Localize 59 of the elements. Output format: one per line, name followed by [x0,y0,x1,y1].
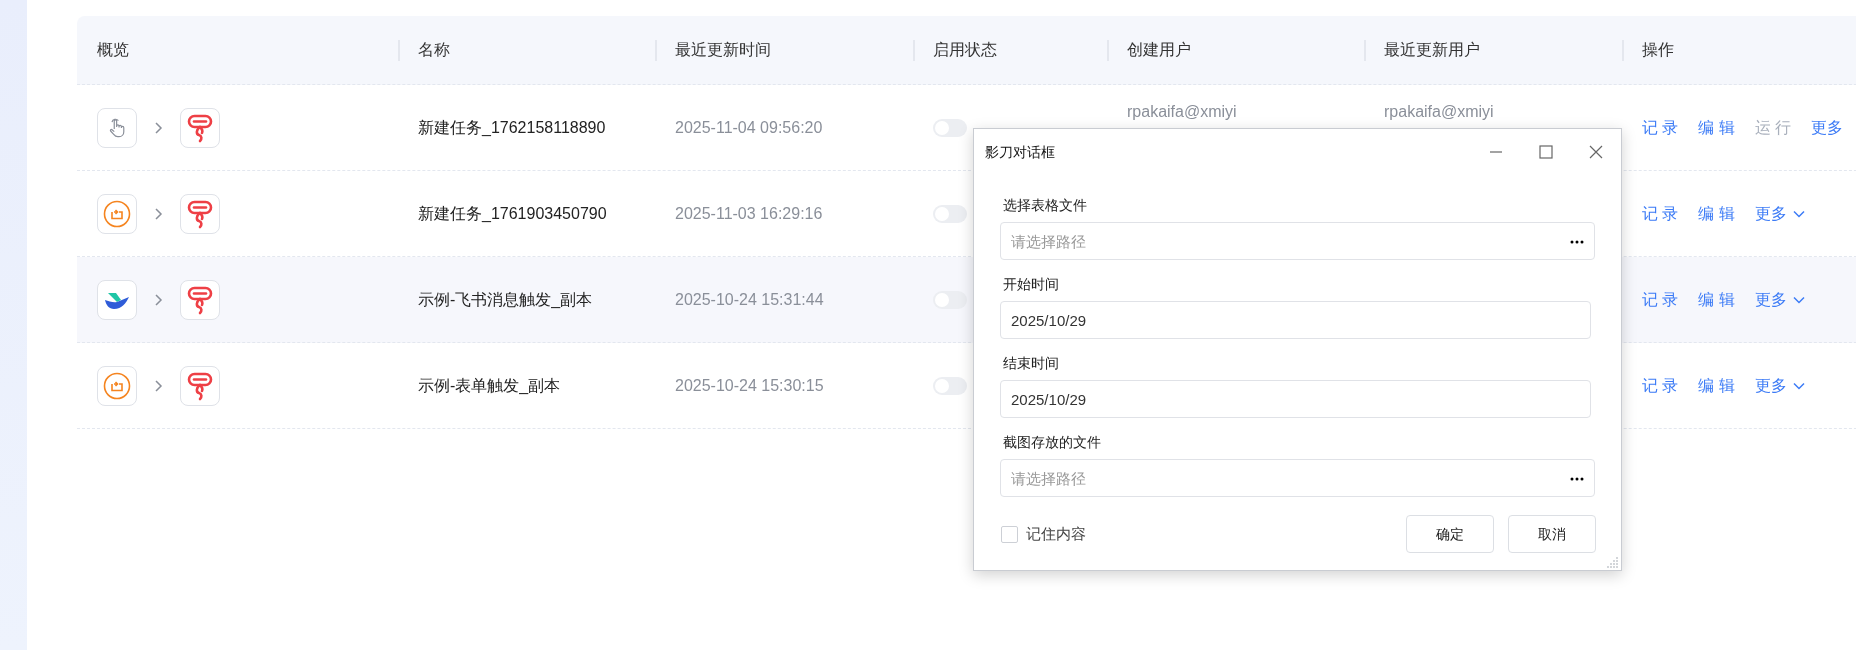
remember-label: 记住内容 [1026,523,1087,544]
action-link[interactable]: 记 录 [1642,201,1679,226]
close-icon[interactable] [1589,145,1603,159]
enable-toggle[interactable] [933,290,967,309]
chevron-right-icon [153,119,164,136]
field-label: 结束时间 [1003,354,1060,373]
column-header: 最近更新用户 [1364,16,1622,84]
column-header: 启用状态 [913,16,1107,84]
hook-icon [186,112,214,143]
dialog-button[interactable]: 取消 [1508,515,1596,553]
column-header: 名称 [398,16,655,84]
column-header: 概览 [96,40,130,60]
hook-icon [186,284,214,315]
text-input[interactable]: 请选择路径 [1011,461,1570,495]
chevron-right-icon [153,377,164,394]
action-link[interactable]: 更多 [1811,115,1844,140]
dialog-title: 影刀对话框 [985,142,1056,162]
task-name: 新建任务_1762158118890 [418,117,606,138]
action-link[interactable]: 记 录 [1642,287,1679,312]
field-label: 截图存放的文件 [1003,433,1102,452]
path-field[interactable]: 请选择路径 [1000,459,1595,497]
enable-toggle[interactable] [933,376,967,395]
update-time: 2025-11-03 16:29:16 [675,203,823,224]
action-link[interactable]: 更多 [1754,287,1805,312]
dialog-button[interactable]: 确定 [1406,515,1494,553]
update-time: 2025-10-24 15:30:15 [675,375,824,396]
maximize-icon[interactable] [1539,145,1553,159]
chevron-down-icon [1792,209,1805,218]
column-header: 创建用户 [1107,16,1364,84]
chevron-down-icon [1792,381,1805,390]
action-link[interactable]: 记 录 [1642,115,1679,140]
chevron-down-icon [1792,295,1805,304]
field-label: 开始时间 [1003,275,1060,294]
action-link[interactable]: 更多 [1754,373,1805,398]
task-name: 示例-表单触发_副本 [418,375,561,396]
enable-toggle[interactable] [933,204,967,223]
text-input[interactable]: 请选择路径 [1011,224,1570,258]
hook-icon [186,198,214,229]
column-header: 操作 [1622,16,1856,84]
task-name: 示例-飞书消息触发_副本 [418,289,593,310]
task-name: 新建任务_1761903450790 [418,203,607,224]
action-link[interactable]: 编 辑 [1698,201,1735,226]
action-link[interactable]: 编 辑 [1698,115,1735,140]
field-label: 选择表格文件 [1003,196,1088,215]
resize-grip-icon[interactable] [1607,556,1619,568]
creator-email: rpakaifa@xmiyi [1127,102,1237,121]
chevron-right-icon [153,205,164,222]
update-time: 2025-10-24 15:31:44 [675,289,824,310]
hook-icon [186,370,214,401]
chevron-right-icon [153,291,164,308]
remember-checkbox[interactable] [1001,525,1018,543]
action-link[interactable]: 更多 [1754,201,1805,226]
updater-email: rpakaifa@xmiyi [1384,102,1494,121]
action-link[interactable]: 编 辑 [1698,373,1735,398]
action-link[interactable]: 记 录 [1642,373,1679,398]
path-field[interactable]: 请选择路径 [1000,222,1595,260]
update-time: 2025-11-04 09:56:20 [675,117,823,138]
column-header: 最近更新时间 [655,16,913,84]
action-link[interactable]: 编 辑 [1698,287,1735,312]
